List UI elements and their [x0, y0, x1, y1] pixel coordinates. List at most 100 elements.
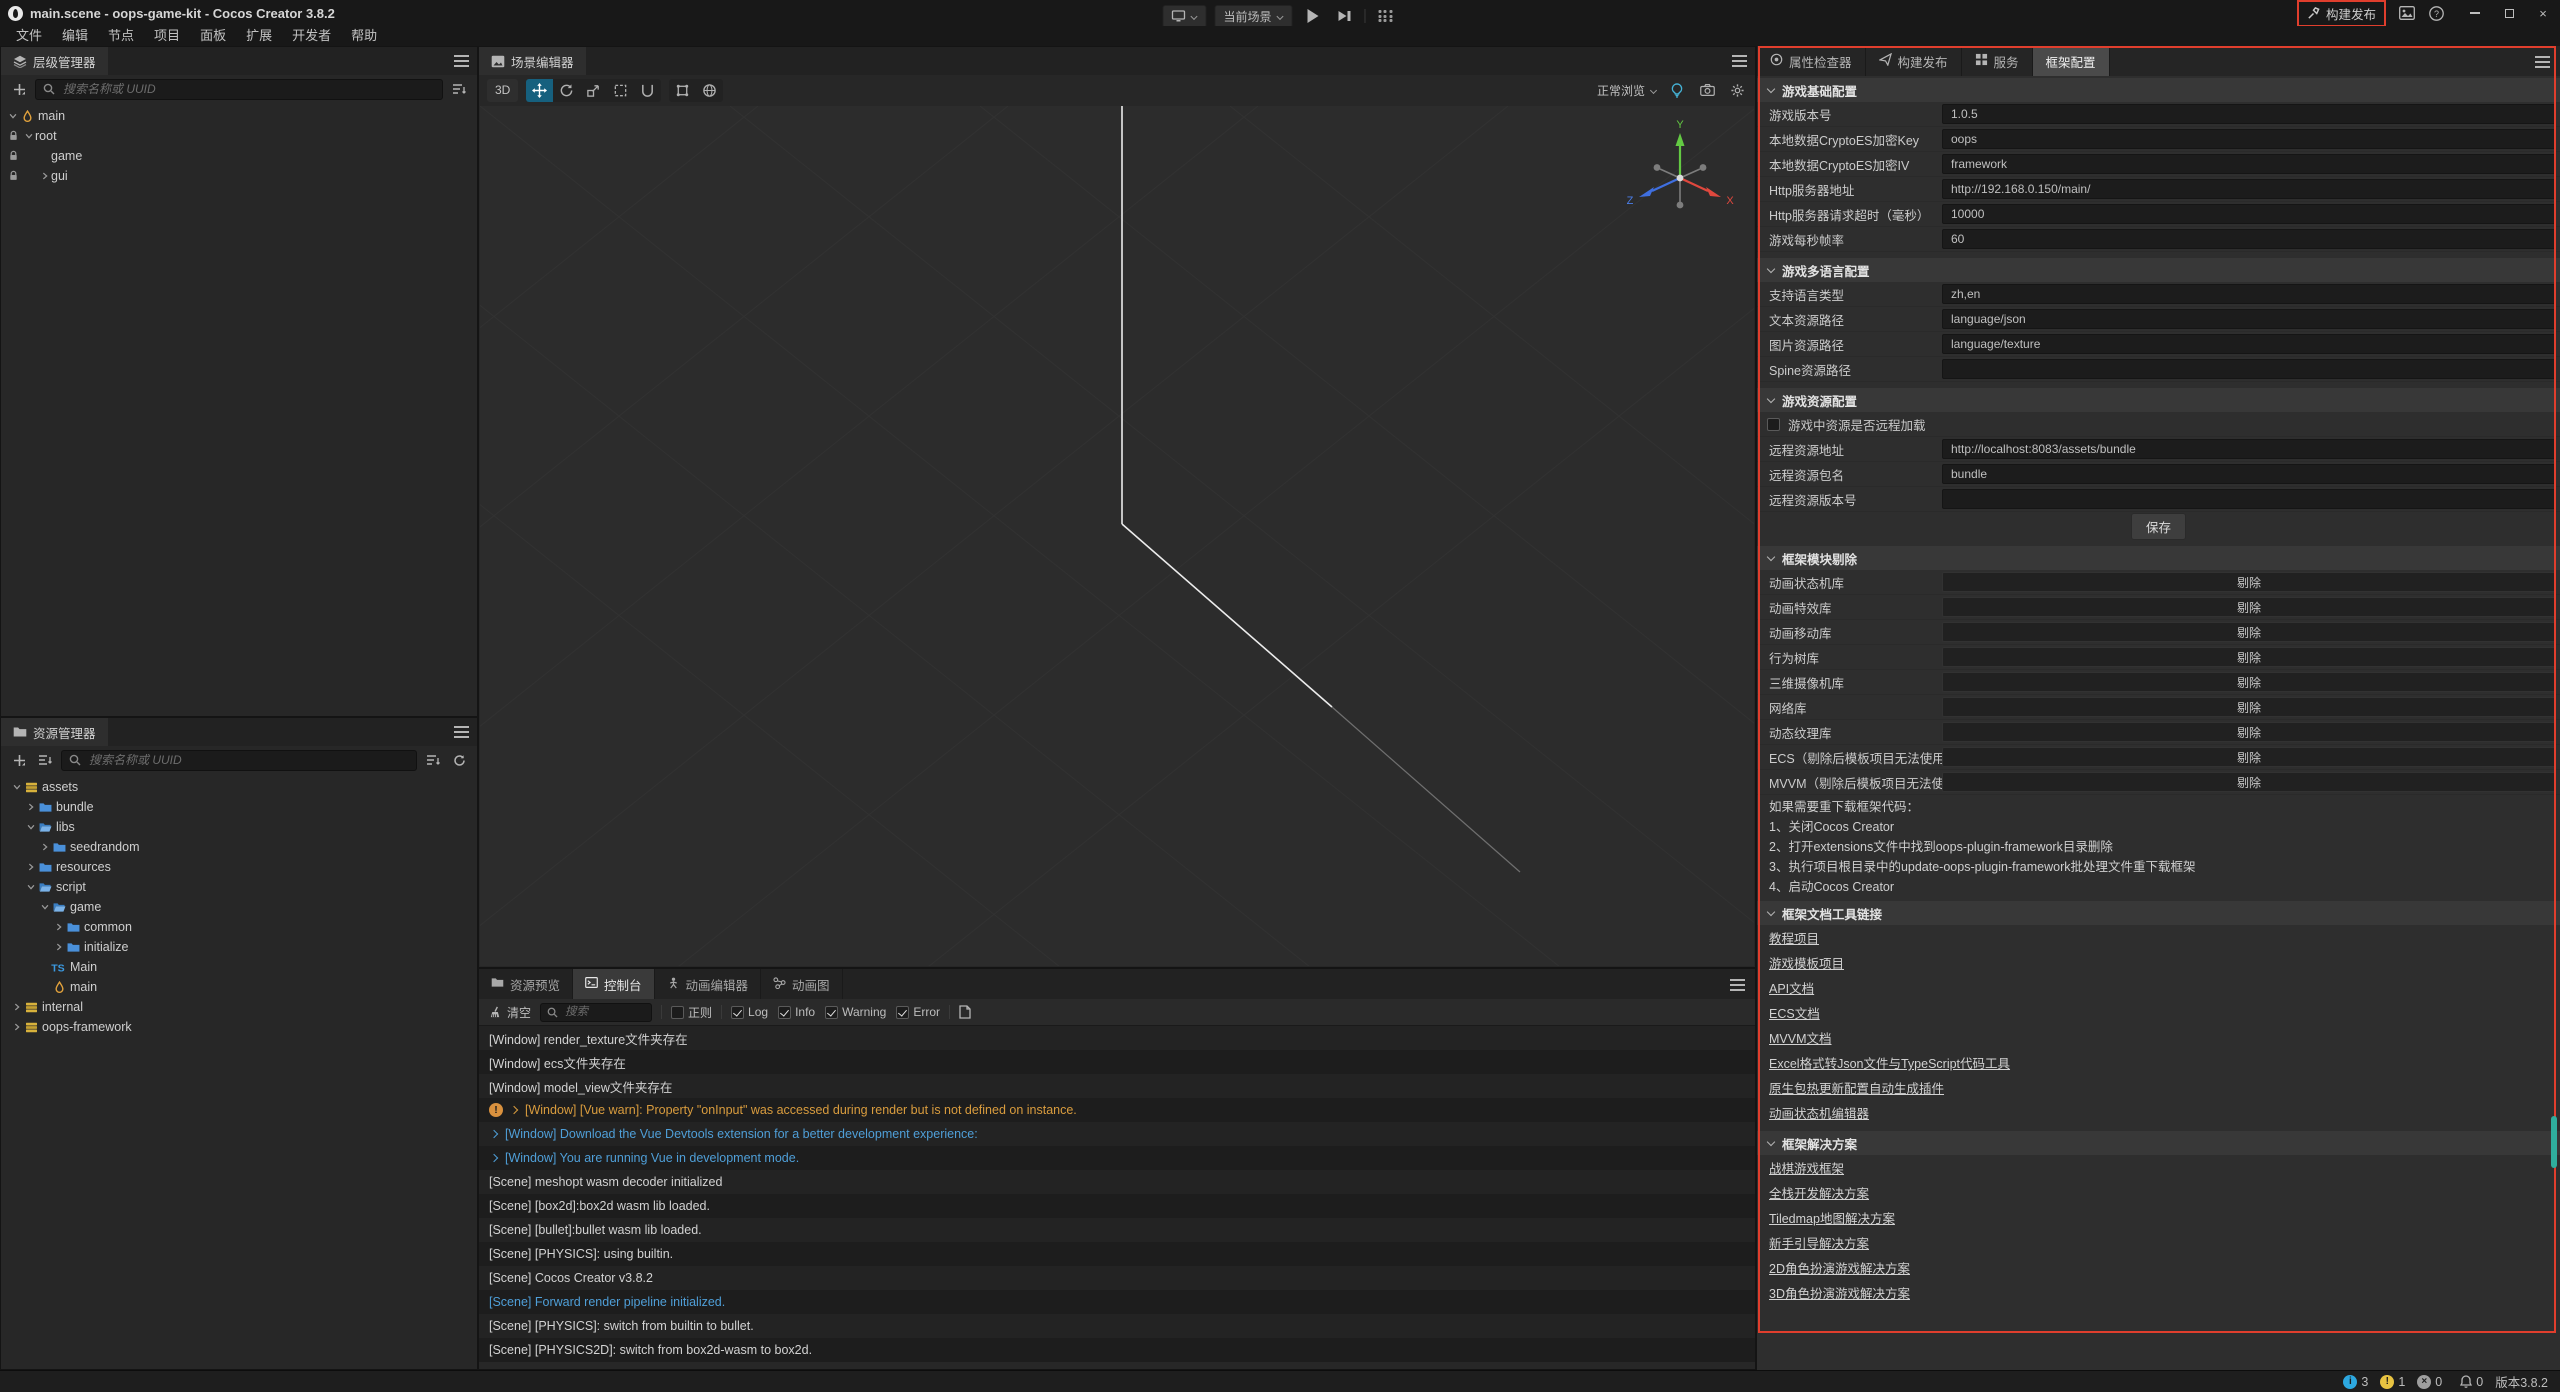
- doc-link[interactable]: 3D角色扮演游戏解决方案: [1769, 1283, 1910, 1302]
- remove-button[interactable]: 剔除: [1942, 622, 2556, 642]
- tree-node-gui[interactable]: gui: [1, 166, 477, 186]
- layout-grid-button[interactable]: [1374, 5, 1398, 28]
- expand-arrow-icon[interactable]: [11, 782, 23, 792]
- field-input[interactable]: [1942, 204, 2556, 224]
- tree-node-oops-framework[interactable]: oops-framework: [1, 1017, 477, 1037]
- tree-node-game[interactable]: game: [1, 146, 477, 166]
- light-toggle-button[interactable]: [1667, 80, 1687, 100]
- console-message[interactable]: [Scene] [PHYSICS2D]: switch from box2d-w…: [479, 1338, 1755, 1362]
- console-message[interactable]: [Scene] Cocos Creator v3.8.2: [479, 1266, 1755, 1290]
- doc-link[interactable]: ECS文档: [1769, 1003, 1820, 1022]
- console-search-input[interactable]: [563, 1005, 633, 1019]
- console-message[interactable]: [Window] ecs文件夹存在: [479, 1050, 1755, 1074]
- hierarchy-tab[interactable]: 层级管理器: [1, 47, 108, 75]
- expand-arrow-icon[interactable]: [39, 171, 51, 181]
- expand-arrow-icon[interactable]: [490, 1154, 498, 1162]
- transform-tool-button[interactable]: [634, 79, 661, 102]
- doc-link[interactable]: 全栈开发解决方案: [1769, 1183, 1869, 1202]
- console-message[interactable]: [Scene] [bullet]:bullet wasm lib loaded.: [479, 1218, 1755, 1242]
- scene-tab[interactable]: 场景编辑器: [479, 47, 586, 75]
- console-messages[interactable]: [Window] render_texture文件夹存在[Window] ecs…: [479, 1026, 1755, 1362]
- tree-node-main[interactable]: main: [1, 977, 477, 997]
- expand-arrow-icon[interactable]: [11, 1022, 23, 1032]
- tree-node-Main[interactable]: TSMain: [1, 957, 477, 977]
- remove-button[interactable]: 剔除: [1942, 672, 2556, 692]
- expand-arrow-icon[interactable]: [25, 802, 37, 812]
- expand-arrow-icon[interactable]: [25, 862, 37, 872]
- menu-item-面板[interactable]: 面板: [190, 26, 236, 46]
- console-message[interactable]: [Window] You are running Vue in developm…: [479, 1146, 1755, 1170]
- tree-node-script[interactable]: script: [1, 877, 477, 897]
- remove-button[interactable]: 剔除: [1942, 597, 2556, 617]
- save-button[interactable]: 保存: [2131, 513, 2186, 540]
- remove-button[interactable]: 剔除: [1942, 572, 2556, 592]
- scene-select-dropdown[interactable]: 当前场景: [1214, 5, 1292, 28]
- doc-link[interactable]: API文档: [1769, 978, 1814, 997]
- doc-link[interactable]: 游戏模板项目: [1769, 953, 1844, 972]
- status-notifications[interactable]: 0: [2460, 1375, 2483, 1389]
- view-mode-dropdown[interactable]: 正常浏览: [1597, 82, 1657, 99]
- console-message[interactable]: [Scene] [box2d]:box2d wasm lib loaded.: [479, 1194, 1755, 1218]
- minimize-button[interactable]: [2458, 0, 2492, 26]
- panel-menu-icon[interactable]: [2535, 55, 2550, 68]
- pivot-button[interactable]: [669, 79, 696, 102]
- expand-arrow-icon[interactable]: [25, 882, 37, 892]
- status-info-counter[interactable]: i 3: [2343, 1375, 2368, 1389]
- tree-node-libs[interactable]: libs: [1, 817, 477, 837]
- remove-button[interactable]: 剔除: [1942, 647, 2556, 667]
- inspector-tab-框架配置[interactable]: 框架配置: [2033, 46, 2110, 76]
- tree-node-main[interactable]: main: [1, 106, 477, 126]
- tree-node-bundle[interactable]: bundle: [1, 797, 477, 817]
- console-searchbox[interactable]: [540, 1003, 652, 1022]
- step-button[interactable]: [1333, 5, 1357, 28]
- field-input[interactable]: [1942, 464, 2556, 484]
- status-warning-counter[interactable]: ! 1: [2380, 1375, 2405, 1389]
- assets-searchbox[interactable]: [61, 750, 417, 771]
- refresh-icon[interactable]: [449, 750, 469, 770]
- menu-item-扩展[interactable]: 扩展: [236, 26, 282, 46]
- hierarchy-searchbox[interactable]: [35, 79, 443, 100]
- tree-node-assets[interactable]: assets: [1, 777, 477, 797]
- preview-image-icon[interactable]: [2399, 6, 2415, 20]
- filter-checkbox-Warning[interactable]: Warning: [825, 1005, 886, 1019]
- tree-node-internal[interactable]: internal: [1, 997, 477, 1017]
- 3d-toggle-button[interactable]: 3D: [487, 79, 518, 102]
- create-asset-button[interactable]: [9, 750, 29, 770]
- field-input[interactable]: [1942, 439, 2556, 459]
- scene-settings-button[interactable]: [1727, 80, 1747, 100]
- field-input[interactable]: [1942, 179, 2556, 199]
- expand-arrow-icon[interactable]: [53, 942, 65, 952]
- doc-link[interactable]: Tiledmap地图解决方案: [1769, 1208, 1895, 1227]
- tree-node-game[interactable]: game: [1, 897, 477, 917]
- rotate-tool-button[interactable]: [553, 79, 580, 102]
- build-publish-button[interactable]: 构建发布: [2298, 1, 2385, 26]
- console-message[interactable]: ![Window] [Vue warn]: Property "onInput"…: [479, 1098, 1755, 1122]
- inspector-tab-服务[interactable]: 服务: [1962, 46, 2033, 76]
- panel-menu-icon[interactable]: [1730, 978, 1745, 991]
- console-message[interactable]: [Window] model_view文件夹存在: [479, 1074, 1755, 1098]
- inspector-scrollbar-thumb[interactable]: [2551, 1116, 2557, 1168]
- expand-arrow-icon[interactable]: [53, 922, 65, 932]
- console-message[interactable]: [Scene] [PHYSICS]: switch from builtin t…: [479, 1314, 1755, 1338]
- field-input[interactable]: [1942, 229, 2556, 249]
- log-file-icon[interactable]: [959, 1005, 971, 1019]
- filter-checkbox-Error[interactable]: Error: [896, 1005, 940, 1019]
- expand-arrow-icon[interactable]: [11, 1002, 23, 1012]
- remove-button[interactable]: 剔除: [1942, 747, 2556, 767]
- remove-button[interactable]: 剔除: [1942, 697, 2556, 717]
- console-tab-动画编辑器[interactable]: 动画编辑器: [655, 969, 762, 999]
- doc-link[interactable]: 教程项目: [1769, 928, 1819, 947]
- field-input[interactable]: [1942, 309, 2556, 329]
- play-button[interactable]: [1301, 5, 1325, 28]
- menu-item-节点[interactable]: 节点: [98, 26, 144, 46]
- tree-node-common[interactable]: common: [1, 917, 477, 937]
- rect-tool-button[interactable]: [607, 79, 634, 102]
- regex-checkbox[interactable]: 正则: [671, 1004, 712, 1021]
- filter-icon[interactable]: [423, 750, 443, 770]
- section-header[interactable]: 框架解决方案: [1757, 1131, 2560, 1155]
- expand-arrow-icon[interactable]: [23, 131, 35, 141]
- coordinate-space-button[interactable]: [696, 79, 723, 102]
- panel-menu-icon[interactable]: [454, 725, 469, 738]
- doc-link[interactable]: 动画状态机编辑器: [1769, 1103, 1869, 1122]
- field-input[interactable]: [1942, 129, 2556, 149]
